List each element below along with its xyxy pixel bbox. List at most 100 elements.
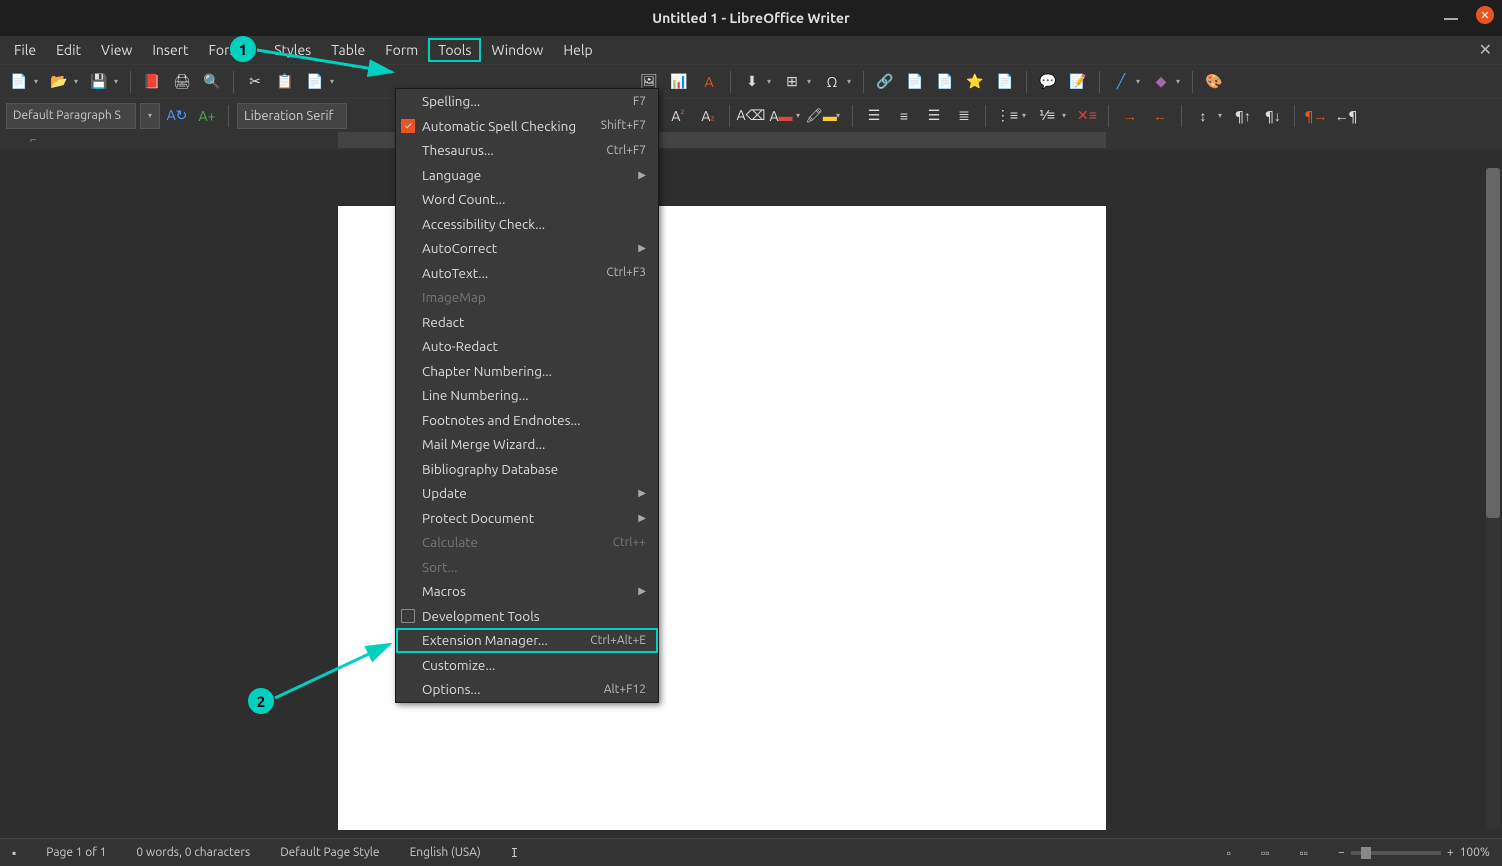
font-color-dropdown[interactable]: ▾ xyxy=(796,111,804,120)
increase-spacing-icon[interactable]: ¶↑ xyxy=(1230,103,1256,129)
menu-file[interactable]: File xyxy=(4,38,46,62)
bookmark-icon[interactable]: ⭐ xyxy=(962,69,988,95)
tools-menu-extension-manager[interactable]: Extension Manager...Ctrl+Alt+E xyxy=(396,628,658,653)
tools-menu-update[interactable]: Update▶ xyxy=(396,481,658,506)
comment-icon[interactable]: 💬 xyxy=(1035,69,1061,95)
tools-menu-customize[interactable]: Customize... xyxy=(396,653,658,678)
line-icon[interactable]: ╱ xyxy=(1108,69,1134,95)
superscript-icon[interactable]: A² xyxy=(665,103,691,129)
tools-menu-automatic-spell-checking[interactable]: ✓Automatic Spell CheckingShift+F7 xyxy=(396,114,658,139)
insert-chart-icon[interactable]: 📊 xyxy=(666,69,692,95)
special-char-dropdown[interactable]: ▾ xyxy=(847,77,855,86)
save-icon[interactable]: 💾 xyxy=(86,69,112,95)
tools-menu-bibliography-database[interactable]: Bibliography Database xyxy=(396,457,658,482)
zoom-in-icon[interactable]: + xyxy=(1447,846,1454,859)
page-break-dropdown[interactable]: ▾ xyxy=(767,77,775,86)
bullet-list-icon[interactable]: ⋮≡ xyxy=(994,103,1020,129)
basic-shapes-icon[interactable]: ◆ xyxy=(1148,69,1174,95)
decrease-indent-icon[interactable]: ← xyxy=(1147,103,1173,129)
rtl-icon[interactable]: ←¶ xyxy=(1333,103,1359,129)
view-multi-page-icon[interactable]: ▫▫ xyxy=(1261,846,1270,860)
save-dropdown[interactable]: ▾ xyxy=(114,77,122,86)
increase-indent-icon[interactable]: → xyxy=(1117,103,1143,129)
print-icon[interactable]: 🖨 xyxy=(169,69,195,95)
tools-menu-macros[interactable]: Macros▶ xyxy=(396,579,658,604)
status-page-style[interactable]: Default Page Style xyxy=(280,846,379,859)
track-changes-icon[interactable]: 📝 xyxy=(1065,69,1091,95)
align-center-icon[interactable]: ≡ xyxy=(891,103,917,129)
font-name-combo[interactable]: Liberation Serif xyxy=(237,103,347,129)
menu-help[interactable]: Help xyxy=(553,38,602,62)
tools-menu-line-numbering[interactable]: Line Numbering... xyxy=(396,383,658,408)
field-dropdown[interactable]: ▾ xyxy=(807,77,815,86)
document-close-button[interactable]: ✕ xyxy=(1479,40,1492,59)
vertical-scrollbar[interactable] xyxy=(1486,168,1500,830)
paragraph-style-dropdown[interactable]: ▾ xyxy=(140,103,160,129)
tools-menu-mail-merge-wizard[interactable]: Mail Merge Wizard... xyxy=(396,432,658,457)
tools-menu-autotext[interactable]: AutoText...Ctrl+F3 xyxy=(396,261,658,286)
status-insert-mode[interactable]: I xyxy=(511,846,518,860)
footnote-icon[interactable]: 📄 xyxy=(902,69,928,95)
menu-window[interactable]: Window xyxy=(481,38,553,62)
status-language[interactable]: English (USA) xyxy=(410,846,481,859)
menu-edit[interactable]: Edit xyxy=(46,38,91,62)
highlight-icon[interactable]: 🖍▬ xyxy=(808,103,834,129)
open-dropdown[interactable]: ▾ xyxy=(74,77,82,86)
update-style-icon[interactable]: A↻ xyxy=(164,103,190,129)
tools-menu-word-count[interactable]: Word Count... xyxy=(396,187,658,212)
zoom-out-icon[interactable]: − xyxy=(1338,846,1345,859)
status-words[interactable]: 0 words, 0 characters xyxy=(136,846,250,859)
view-single-page-icon[interactable]: ▫ xyxy=(1227,846,1231,860)
tools-menu-spelling[interactable]: Spelling...F7 xyxy=(396,89,658,114)
open-icon[interactable]: 📂 xyxy=(46,69,72,95)
new-doc-icon[interactable]: 📄 xyxy=(6,69,32,95)
menu-styles[interactable]: Styles xyxy=(264,38,321,62)
view-book-icon[interactable]: ▫▫ xyxy=(1300,846,1309,860)
highlight-dropdown[interactable]: ▾ xyxy=(836,111,844,120)
endnote-icon[interactable]: 📄 xyxy=(932,69,958,95)
menu-insert[interactable]: Insert xyxy=(142,38,198,62)
align-right-icon[interactable]: ☰ xyxy=(921,103,947,129)
paste-icon[interactable]: 📄 xyxy=(302,69,328,95)
tools-menu-thesaurus[interactable]: Thesaurus...Ctrl+F7 xyxy=(396,138,658,163)
clear-formatting-icon[interactable]: A⌫ xyxy=(738,103,764,129)
draw-functions-icon[interactable]: 🎨 xyxy=(1201,69,1227,95)
menu-table[interactable]: Table xyxy=(321,38,375,62)
tools-menu-auto-redact[interactable]: Auto-Redact xyxy=(396,334,658,359)
menu-form[interactable]: Form xyxy=(375,38,428,62)
window-minimize-button[interactable] xyxy=(1444,18,1458,20)
zoom-slider[interactable] xyxy=(1351,851,1441,855)
align-left-icon[interactable]: ☰ xyxy=(861,103,887,129)
line-dropdown[interactable]: ▾ xyxy=(1136,77,1144,86)
tools-menu-protect-document[interactable]: Protect Document▶ xyxy=(396,506,658,531)
paste-dropdown[interactable]: ▾ xyxy=(330,77,338,86)
font-color-icon[interactable]: A▬ xyxy=(768,103,794,129)
zoom-percent[interactable]: 100% xyxy=(1460,846,1490,859)
justify-icon[interactable]: ≣ xyxy=(951,103,977,129)
copy-icon[interactable]: 📋 xyxy=(272,69,298,95)
menu-tools[interactable]: Tools xyxy=(428,38,481,62)
window-close-button[interactable]: ✕ xyxy=(1476,6,1494,24)
insert-text-box-icon[interactable]: A xyxy=(696,69,722,95)
paragraph-style-combo[interactable]: Default Paragraph S xyxy=(6,103,136,129)
line-spacing-icon[interactable]: ↕ xyxy=(1190,103,1216,129)
zoom-slider-handle[interactable] xyxy=(1361,847,1371,859)
print-preview-icon[interactable]: 🔍 xyxy=(199,69,225,95)
tools-menu-language[interactable]: Language▶ xyxy=(396,163,658,188)
page-break-icon[interactable]: ⬇ xyxy=(739,69,765,95)
subscript-icon[interactable]: A₂ xyxy=(695,103,721,129)
bullet-dropdown[interactable]: ▾ xyxy=(1022,111,1030,120)
new-style-icon[interactable]: A+ xyxy=(194,103,220,129)
tools-menu-autocorrect[interactable]: AutoCorrect▶ xyxy=(396,236,658,261)
tools-menu-options[interactable]: Options...Alt+F12 xyxy=(396,677,658,702)
status-page[interactable]: Page 1 of 1 xyxy=(46,846,106,859)
tools-menu-development-tools[interactable]: Development Tools xyxy=(396,604,658,629)
scrollbar-thumb[interactable] xyxy=(1486,168,1500,518)
special-char-icon[interactable]: Ω xyxy=(819,69,845,95)
shapes-dropdown[interactable]: ▾ xyxy=(1176,77,1184,86)
field-icon[interactable]: ⊞ xyxy=(779,69,805,95)
new-doc-dropdown[interactable]: ▾ xyxy=(34,77,42,86)
number-dropdown[interactable]: ▾ xyxy=(1062,111,1070,120)
decrease-spacing-icon[interactable]: ¶↓ xyxy=(1260,103,1286,129)
no-list-icon[interactable]: ✕≡ xyxy=(1074,103,1100,129)
